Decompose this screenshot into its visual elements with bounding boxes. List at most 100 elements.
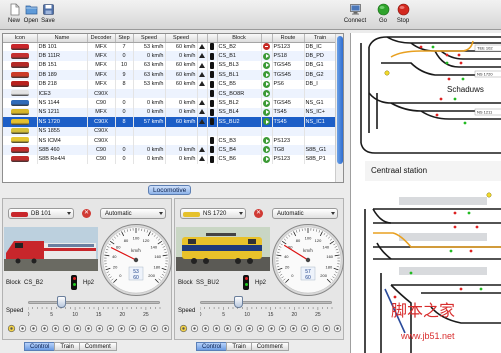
function-button[interactable] — [95, 324, 104, 333]
column-header[interactable]: Route — [272, 34, 305, 43]
go-icon[interactable] — [263, 99, 270, 107]
function-button[interactable] — [311, 324, 320, 333]
signal-cell[interactable] — [261, 154, 273, 165]
stop-button[interactable]: Stop — [393, 2, 413, 28]
column-header[interactable]: Block — [217, 34, 262, 43]
table-row[interactable]: ICE3 C90X CS_BO8R — [3, 88, 337, 99]
signal-cell[interactable] — [261, 117, 273, 127]
table-scrollbar[interactable] — [335, 34, 343, 182]
function-button[interactable] — [190, 324, 199, 333]
mode-select[interactable]: Automatic — [272, 208, 338, 219]
table-row[interactable]: NS ICM4 C90X CS_B3 PS123 — [3, 135, 337, 146]
locomotive-select[interactable]: DB 101 — [8, 208, 74, 219]
column-header[interactable]: Decoder — [87, 34, 116, 43]
save-button[interactable]: Save — [36, 2, 60, 28]
go-icon[interactable] — [263, 137, 270, 145]
column-header[interactable] — [261, 34, 273, 43]
function-button[interactable] — [289, 324, 298, 333]
column-header[interactable]: Speed — [133, 34, 166, 43]
locomotive-select[interactable]: NS 1720 — [180, 208, 246, 219]
function-button[interactable] — [223, 324, 232, 333]
tab-comment[interactable]: Comment — [78, 342, 117, 351]
function-button[interactable] — [256, 324, 265, 333]
locomotive-table[interactable]: Icon Name Decoder Step Speed Speed Block… — [2, 33, 344, 183]
tab-comment[interactable]: Comment — [250, 342, 289, 351]
function-button[interactable] — [40, 324, 49, 333]
go-button[interactable]: Go — [374, 2, 392, 28]
signal-cell[interactable] — [261, 135, 273, 146]
function-button[interactable] — [51, 324, 60, 333]
function-button[interactable] — [212, 324, 221, 333]
function-button[interactable] — [84, 324, 93, 333]
table-row[interactable]: NS 1144 C90 0 0 km/h 0 km/h SS_BL2 TGS45 NS_G1 — [3, 98, 337, 108]
table-row[interactable]: DB 189 MFX 9 63 km/h 60 km/h SS_BL1 TGS45 DB_G2 — [3, 70, 337, 80]
release-button[interactable]: ✕ — [82, 209, 91, 218]
go-icon[interactable] — [263, 118, 270, 126]
function-button[interactable] — [201, 324, 210, 333]
function-button[interactable] — [62, 324, 71, 333]
tab-control[interactable]: Control — [196, 342, 228, 351]
function-button[interactable] — [267, 324, 276, 333]
go-icon[interactable] — [263, 52, 270, 60]
column-header[interactable]: Step — [115, 34, 134, 43]
scrollbar-thumb[interactable] — [337, 36, 343, 164]
tab-control[interactable]: Control — [24, 342, 56, 351]
function-button[interactable] — [161, 324, 170, 333]
column-header[interactable]: Speed — [165, 34, 198, 43]
function-button[interactable] — [29, 324, 38, 333]
signal-cell[interactable] — [261, 88, 273, 99]
function-button[interactable] — [139, 324, 148, 333]
go-icon[interactable] — [263, 146, 270, 154]
function-button[interactable] — [128, 324, 137, 333]
speed-slider-track[interactable] — [28, 301, 160, 304]
column-header[interactable]: Name — [37, 34, 88, 43]
signal-cell[interactable] — [261, 98, 273, 108]
connect-button[interactable]: Connect — [341, 2, 369, 28]
go-icon[interactable] — [263, 155, 270, 163]
table-row[interactable]: S8B 460 C90 0 0 km/h 0 km/h CS_B4 TG8 S8B_G1 — [3, 145, 337, 155]
column-header[interactable]: Train — [304, 34, 337, 43]
go-icon[interactable] — [263, 61, 270, 69]
function-button[interactable] — [300, 324, 309, 333]
function-button[interactable] — [333, 324, 342, 333]
track-layout[interactable]: TEE 102 NS 1720 NS 1211 Schaduws Centraa… — [350, 33, 501, 353]
table-row[interactable]: NS 1211 MFX 0 0 km/h 0 km/h SS_BL4 TS45 NS_IC+ — [3, 107, 337, 118]
signal-cell[interactable] — [261, 107, 273, 118]
function-button[interactable] — [245, 324, 254, 333]
function-button[interactable] — [179, 324, 188, 333]
tab-train[interactable]: Train — [54, 342, 80, 351]
stop-icon[interactable] — [263, 43, 270, 51]
function-button[interactable] — [278, 324, 287, 333]
signal-cell[interactable] — [261, 79, 273, 89]
signal-cell[interactable] — [261, 60, 273, 71]
go-icon[interactable] — [263, 108, 270, 116]
column-header[interactable] — [197, 34, 208, 43]
table-row[interactable]: NS 1855 C90X — [3, 126, 337, 136]
table-row[interactable]: DB 218 MFX 8 53 km/h 60 km/h CS_B5 PS6 DB_I — [3, 79, 337, 89]
column-header[interactable]: Icon — [3, 34, 38, 43]
signal-cell[interactable] — [261, 145, 273, 155]
function-button[interactable] — [322, 324, 331, 333]
mode-select[interactable]: Automatic — [100, 208, 166, 219]
function-button[interactable] — [73, 324, 82, 333]
function-button[interactable] — [234, 324, 243, 333]
signal-cell[interactable] — [261, 51, 273, 61]
function-button[interactable] — [7, 324, 16, 333]
signal-cell[interactable] — [261, 70, 273, 80]
table-row[interactable]: DB 101 MFX 7 53 km/h 60 km/h CS_B2 PS123 DB_IC — [3, 42, 337, 52]
go-icon[interactable] — [263, 80, 270, 88]
release-button[interactable]: ✕ — [254, 209, 263, 218]
go-icon[interactable] — [263, 71, 270, 79]
table-row[interactable]: S8B Re4/4 C90 0 0 km/h 0 km/h CS_B6 PS123 S8B_P… — [3, 154, 337, 165]
track-plan[interactable]: TEE 102 NS 1720 NS 1211 Schaduws Centraa… — [351, 33, 501, 353]
function-button[interactable] — [117, 324, 126, 333]
signal-cell[interactable] — [261, 42, 273, 52]
table-row[interactable]: DB 111R MFX 0 0 km/h 0 km/h CS_B1 PS18 DB_PD — [3, 51, 337, 61]
tab-train[interactable]: Train — [226, 342, 252, 351]
speed-slider-track[interactable] — [200, 301, 332, 304]
table-row[interactable]: NS 1720 C90X 8 57 km/h 60 km/h SS_BU2 TS45 NS_I… — [3, 117, 337, 127]
table-row[interactable]: DB 151 MFX 10 63 km/h 60 km/h SS_BL3 TGS45 DB_G… — [3, 60, 337, 71]
go-icon[interactable] — [263, 90, 270, 98]
column-header[interactable] — [207, 34, 218, 43]
function-button[interactable] — [150, 324, 159, 333]
